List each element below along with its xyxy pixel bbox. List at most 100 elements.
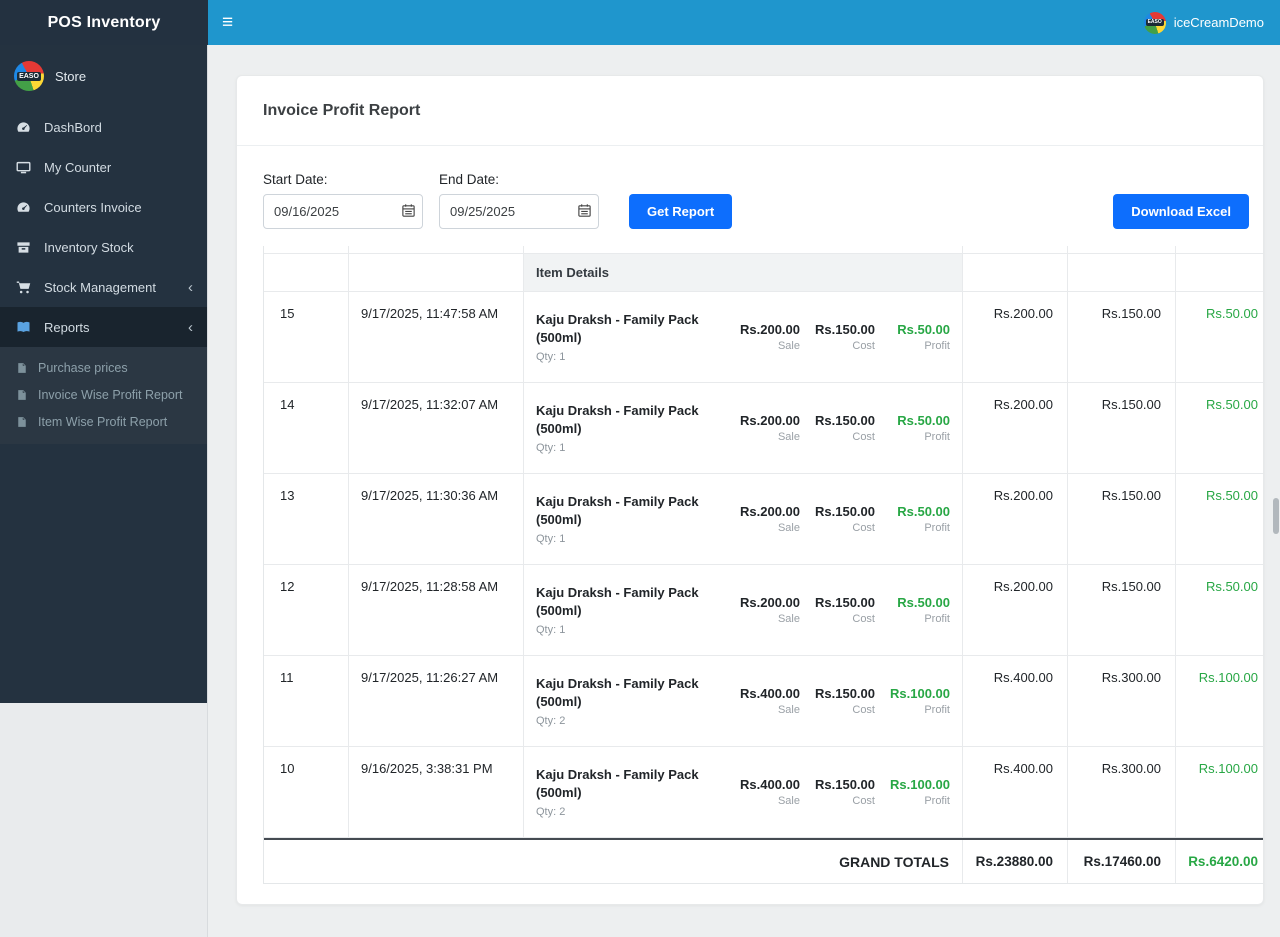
submenu-item-purchase-prices[interactable]: Purchase prices [0,354,207,381]
table-row: 14 9/17/2025, 11:32:07 AM Kaju Draksh - … [264,383,1264,474]
user-name: iceCreamDemo [1174,15,1264,30]
cost-amount-block: Rs.150.00 Cost [813,686,875,716]
sidebar-item-label: Stock Management [44,280,156,295]
sale-label: Sale [738,340,800,352]
user-menu[interactable]: EASO iceCreamDemo [1144,12,1264,34]
item-qty: Qty: 1 [536,351,738,363]
profit-label: Profit [888,613,950,625]
cost-label: Cost [813,704,875,716]
calendar-icon[interactable] [401,203,416,218]
total-sale-cell: Rs.200.00 [963,383,1068,473]
reports-submenu: Purchase prices Invoice Wise Profit Repo… [0,347,207,444]
sale-label: Sale [738,704,800,716]
cost-amount: Rs.150.00 [813,686,875,701]
profit-label: Profit [888,522,950,534]
sidebar-item-counters-invoice[interactable]: Counters Invoice [0,187,207,227]
item-qty: Qty: 2 [536,806,738,818]
profit-label: Profit [888,704,950,716]
profit-amount-block: Rs.50.00 Profit [888,322,950,352]
sidebar-item-stock-management[interactable]: Stock Management ‹ [0,267,207,307]
page-title: Invoice Profit Report [263,102,420,120]
topbar: POS Inventory ≡ EASO iceCreamDemo [0,0,1280,45]
monitor-icon [14,160,33,175]
grand-totals-label: GRAND TOTALS [264,840,963,883]
sidebar-item-my-counter[interactable]: My Counter [0,147,207,187]
profit-label: Profit [888,431,950,443]
sale-label: Sale [738,431,800,443]
end-date-group: End Date: [439,172,599,229]
download-excel-button[interactable]: Download Excel [1113,194,1249,229]
profit-amount-block: Rs.100.00 Profit [888,777,950,807]
invoice-date-cell: 9/17/2025, 11:30:36 AM [349,474,524,564]
profit-amount: Rs.100.00 [888,686,950,701]
profit-amount-block: Rs.100.00 Profit [888,686,950,716]
header-item-details: Item Details [524,254,963,291]
invoice-number-cell: 10 [264,747,349,837]
item-details-cell: Kaju Draksh - Family Pack (500ml) Qty: 1… [524,292,963,382]
item-name: Kaju Draksh - Family Pack (500ml) [536,402,738,438]
item-amounts: Rs.200.00 Sale Rs.150.00 Cost Rs.50.00 P… [738,322,962,352]
sidebar-item-label: Reports [44,320,90,335]
sale-amount-block: Rs.200.00 Sale [738,413,800,443]
profit-amount: Rs.50.00 [888,504,950,519]
item-name: Kaju Draksh - Family Pack (500ml) [536,584,738,620]
sidebar-item-reports[interactable]: Reports ‹ [0,307,207,347]
total-cost-cell: Rs.300.00 [1068,656,1176,746]
page-scrollbar-thumb[interactable] [1273,498,1279,534]
cart-icon [14,280,33,295]
sale-label: Sale [738,613,800,625]
table-row: 13 9/17/2025, 11:30:36 AM Kaju Draksh - … [264,474,1264,565]
profit-amount-block: Rs.50.00 Profit [888,595,950,625]
item-details-cell: Kaju Draksh - Family Pack (500ml) Qty: 1… [524,383,963,473]
store-label: Store [55,69,86,84]
total-cost-cell: Rs.300.00 [1068,747,1176,837]
sale-label: Sale [738,522,800,534]
profit-amount: Rs.100.00 [888,777,950,792]
table-row: 11 9/17/2025, 11:26:27 AM Kaju Draksh - … [264,656,1264,747]
profit-label: Profit [888,340,950,352]
total-cost-cell: Rs.150.00 [1068,292,1176,382]
sale-amount-block: Rs.400.00 Sale [738,777,800,807]
sale-amount: Rs.200.00 [738,413,800,428]
invoice-number-cell: 11 [264,656,349,746]
table-row: 15 9/17/2025, 11:47:58 AM Kaju Draksh - … [264,292,1264,383]
sidebar-menu: DashBord My Counter Counters Invoice Inv… [0,107,207,444]
grand-total-profit: Rs.6420.00 [1176,840,1264,883]
grand-total-cost: Rs.17460.00 [1068,840,1176,883]
app-brand: POS Inventory [0,0,208,45]
store-panel[interactable]: EASO Store [0,49,207,107]
get-report-button[interactable]: Get Report [629,194,732,229]
cost-label: Cost [813,795,875,807]
calendar-icon[interactable] [577,203,592,218]
header-profit-cell [1176,254,1264,291]
cost-amount: Rs.150.00 [813,322,875,337]
start-date-input[interactable] [263,194,423,229]
submenu-item-label: Invoice Wise Profit Report [38,388,183,402]
grand-totals-row: GRAND TOTALS Rs.23880.00 Rs.17460.00 Rs.… [264,838,1264,883]
invoice-date-cell: 9/17/2025, 11:47:58 AM [349,292,524,382]
item-details-cell: Kaju Draksh - Family Pack (500ml) Qty: 2… [524,747,963,837]
end-date-input[interactable] [439,194,599,229]
sidebar-item-inventory-stock[interactable]: Inventory Stock [0,227,207,267]
submenu-item-item-wise-profit[interactable]: Item Wise Profit Report [0,408,207,435]
company-logo-icon: EASO [1144,12,1166,34]
item-qty: Qty: 1 [536,624,738,636]
cost-amount-block: Rs.150.00 Cost [813,595,875,625]
sale-amount: Rs.200.00 [738,595,800,610]
chevron-left-icon: ‹ [188,280,193,295]
file-icon [15,389,29,401]
sidebar-item-label: My Counter [44,160,111,175]
sidebar-item-label: DashBord [44,120,102,135]
profit-amount-block: Rs.50.00 Profit [888,504,950,534]
submenu-item-label: Item Wise Profit Report [38,415,167,429]
card-header: Invoice Profit Report [237,76,1263,146]
filters-bar: Start Date: End Date: Get Report [237,146,1263,229]
main-content: Invoice Profit Report Start Date: End Da… [208,45,1280,937]
cost-amount: Rs.150.00 [813,413,875,428]
sidebar-item-dashboard[interactable]: DashBord [0,107,207,147]
table-header-row: Item Details [264,254,1264,292]
header-date-cell [349,254,524,291]
menu-toggle-icon[interactable]: ≡ [222,13,233,32]
submenu-item-invoice-wise-profit[interactable]: Invoice Wise Profit Report [0,381,207,408]
sidebar-panel: EASO Store DashBord My Counter Coun [0,45,207,703]
